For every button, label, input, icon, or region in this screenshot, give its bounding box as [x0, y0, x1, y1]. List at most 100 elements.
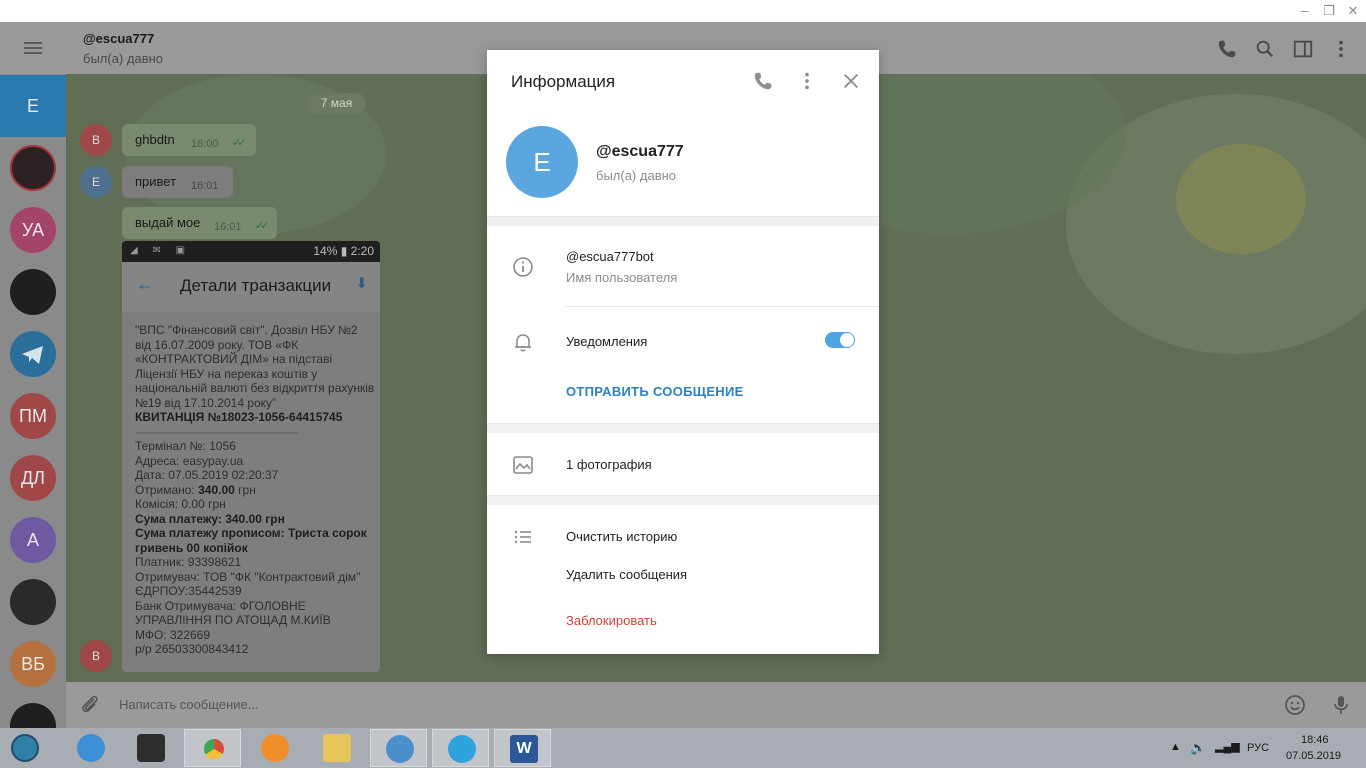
microphone-icon[interactable] [1329, 693, 1353, 717]
block-user-button[interactable]: Заблокировать [566, 613, 657, 628]
avatar [10, 145, 56, 191]
telegram-avatar [10, 331, 56, 377]
more-vertical-icon[interactable] [1330, 38, 1352, 60]
start-button[interactable] [0, 729, 52, 767]
photo-icon [513, 456, 533, 474]
telegram-icon [448, 735, 476, 763]
date-separator: 7 мая [307, 93, 366, 114]
taskbar-app-chrome[interactable] [184, 729, 241, 767]
taskbar-app-ie[interactable] [62, 729, 119, 767]
chat-item[interactable]: А [0, 509, 66, 571]
username-value[interactable]: @escua777bot [566, 249, 654, 264]
message-bubble[interactable]: выдай мое 16:01 ✓✓ [122, 207, 277, 239]
profile-name: @escua777 [596, 143, 684, 160]
username-label: Имя пользователя [566, 270, 678, 285]
avatar[interactable]: E [80, 166, 112, 198]
chat-item[interactable] [0, 261, 66, 323]
download-icon: ⬇ [355, 275, 368, 292]
clock-time[interactable]: 18:46 [1301, 734, 1329, 746]
section-divider [487, 495, 879, 505]
photo-message[interactable]: ◢ ✉ ▣ 14% ▮ 2:20 ← Детали транзакции ⬇ "… [122, 241, 380, 672]
info-icon [513, 257, 533, 277]
tray-arrow-icon[interactable]: ▲ [1170, 741, 1181, 753]
avatar: E [10, 83, 56, 129]
section-divider [487, 423, 879, 433]
delete-messages-button[interactable]: Удалить сообщения [566, 567, 687, 582]
chat-item[interactable]: ДЛ [0, 447, 66, 509]
message-time: 16:01 [214, 221, 242, 233]
chat-item[interactable]: ВБ [0, 633, 66, 695]
phone-icon[interactable] [752, 70, 774, 92]
taskbar-app-vpn[interactable] [370, 729, 427, 767]
message-time: 16:00 [191, 138, 219, 150]
game-icon [137, 734, 165, 762]
notifications-toggle[interactable] [825, 332, 855, 348]
message-time: 16:01 [191, 180, 219, 192]
sidebar-toggle-icon[interactable] [1292, 38, 1314, 60]
chat-item[interactable] [0, 571, 66, 633]
avatar [10, 579, 56, 625]
phone-status-bar: ◢ ✉ ▣ 14% ▮ 2:20 [122, 241, 380, 262]
taskbar-app-explorer[interactable] [308, 729, 365, 767]
taskbar-app-telegram[interactable] [432, 729, 489, 767]
message-bubble[interactable]: ghbdtn 16:00 ✓✓ [122, 124, 256, 156]
chat-item[interactable]: E [0, 75, 66, 137]
chat-title[interactable]: @escua777 [83, 31, 154, 46]
taskbar-app-tanks[interactable] [122, 729, 179, 767]
avatar: ПМ [10, 393, 56, 439]
language-indicator[interactable]: РУС [1247, 742, 1269, 754]
windows-taskbar: W ▲ 🔈 ▂▄▆ РУС 18:46 07.05.2019 [0, 728, 1366, 768]
close-icon[interactable] [840, 70, 862, 92]
avatar[interactable]: В [80, 124, 112, 156]
chrome-icon [200, 735, 228, 763]
clock-date[interactable]: 07.05.2019 [1286, 750, 1341, 762]
minimize-button[interactable]: – [1293, 2, 1317, 20]
volume-icon[interactable]: 🔈 [1190, 740, 1206, 756]
paper-plane-icon [22, 346, 43, 364]
network-icon[interactable]: ▂▄▆ [1215, 740, 1240, 753]
message-composer: Написать сообщение... [66, 682, 1366, 728]
double-check-icon: ✓✓ [232, 137, 247, 149]
menu-icon [24, 42, 42, 44]
phone-status-text: 14% ▮ 2:20 [313, 244, 374, 258]
profile-avatar[interactable]: E [506, 126, 578, 198]
internet-explorer-icon [77, 734, 105, 762]
notifications-label: Уведомления [566, 334, 648, 349]
phone-icon[interactable] [1216, 38, 1238, 60]
message-bubble[interactable]: привет 16:01 [122, 166, 233, 198]
back-arrow-icon: ← [136, 274, 154, 294]
more-vertical-icon[interactable] [796, 70, 818, 92]
folder-icon [323, 734, 351, 762]
section-divider [487, 216, 879, 226]
gear-icon [261, 734, 289, 762]
chat-item[interactable] [0, 137, 66, 199]
receipt-toolbar: ← Детали транзакции ⬇ [122, 262, 380, 312]
receipt-title: Детали транзакции [180, 276, 332, 295]
emoji-icon[interactable] [1283, 693, 1307, 717]
message-input[interactable]: Написать сообщение... [119, 697, 259, 712]
double-check-icon: ✓✓ [255, 220, 270, 232]
window-titlebar: – ❐ ✕ [0, 0, 1366, 22]
photos-row[interactable]: 1 фотография [566, 457, 652, 472]
hamburger-menu-button[interactable] [0, 22, 66, 74]
avatar[interactable]: В [80, 640, 112, 672]
paperclip-icon[interactable] [78, 693, 102, 717]
message-text: ghbdtn [135, 132, 175, 147]
chat-item[interactable] [0, 323, 66, 385]
chat-item[interactable] [0, 695, 66, 728]
avatar: А [10, 517, 56, 563]
chat-list-sidebar: E УА ПМ ДЛ А ВБ [0, 22, 66, 728]
avatar: ВБ [10, 641, 56, 687]
chat-item[interactable]: ПМ [0, 385, 66, 447]
search-icon[interactable] [1254, 38, 1276, 60]
receipt-body: "ВПС "Фінансовий світ". Дозвіл НБУ №2 ві… [135, 323, 375, 656]
taskbar-app-settings[interactable] [246, 729, 303, 767]
message-text: привет [135, 174, 177, 189]
taskbar-app-word[interactable]: W [494, 729, 551, 767]
send-message-button[interactable]: ОТПРАВИТЬ СООБЩЕНИЕ [566, 384, 744, 399]
avatar [10, 269, 56, 315]
chat-item[interactable]: УА [0, 199, 66, 261]
maximize-button[interactable]: ❐ [1317, 2, 1341, 20]
close-window-button[interactable]: ✕ [1341, 2, 1365, 20]
clear-history-button[interactable]: Очистить историю [566, 529, 677, 544]
